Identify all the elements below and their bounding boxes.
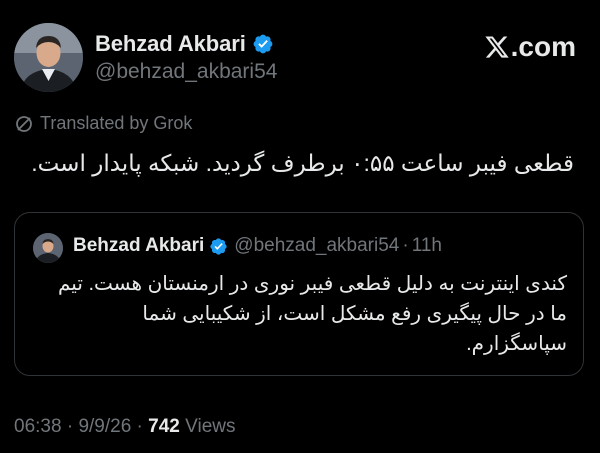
quoted-tweet[interactable]: Behzad Akbari @behzad_akbari54 · 11h کند… — [14, 212, 584, 376]
x-brand: .com — [484, 31, 576, 63]
author-handle[interactable]: @behzad_akbari54 — [95, 60, 277, 84]
tweet-time[interactable]: 06:38 — [14, 416, 62, 437]
translation-label: Translated by Grok — [40, 113, 193, 133]
author-name-line: Behzad Akbari — [95, 31, 274, 57]
quoted-timestamp[interactable]: 11h — [412, 235, 442, 257]
quoted-verified-badge-icon — [209, 237, 228, 256]
verified-badge-icon — [252, 33, 274, 55]
quoted-tweet-text: کندی اینترنت به دلیل قطعی فیبر نوری در ا… — [57, 273, 567, 355]
quoted-author-name[interactable]: Behzad Akbari — [73, 235, 204, 257]
views-count[interactable]: 742 — [148, 416, 180, 437]
quoted-header: Behzad Akbari @behzad_akbari54 · 11h — [73, 235, 442, 257]
quoted-separator: · — [402, 235, 409, 256]
views-label[interactable]: Views — [185, 416, 235, 437]
grok-icon — [14, 114, 34, 134]
tweet-meta: 06:38 · 9/9/26 · 742 Views — [14, 416, 235, 438]
translation-notice[interactable]: Translated by Grok — [14, 113, 192, 134]
meta-separator: · — [66, 416, 74, 437]
author-avatar[interactable] — [14, 23, 83, 92]
quoted-author-handle[interactable]: @behzad_akbari54 — [234, 235, 399, 257]
tweet-text: قطعی فیبر ساعت ۰:۵۵ برطرف گردید. شبکه پا… — [31, 150, 574, 176]
brand-label: .com — [510, 31, 576, 62]
x-logo-icon — [484, 34, 510, 60]
meta-separator: · — [136, 416, 143, 437]
quoted-author-avatar[interactable] — [33, 233, 63, 263]
author-name[interactable]: Behzad Akbari — [95, 31, 246, 57]
tweet-date[interactable]: 9/9/26 — [78, 416, 131, 437]
